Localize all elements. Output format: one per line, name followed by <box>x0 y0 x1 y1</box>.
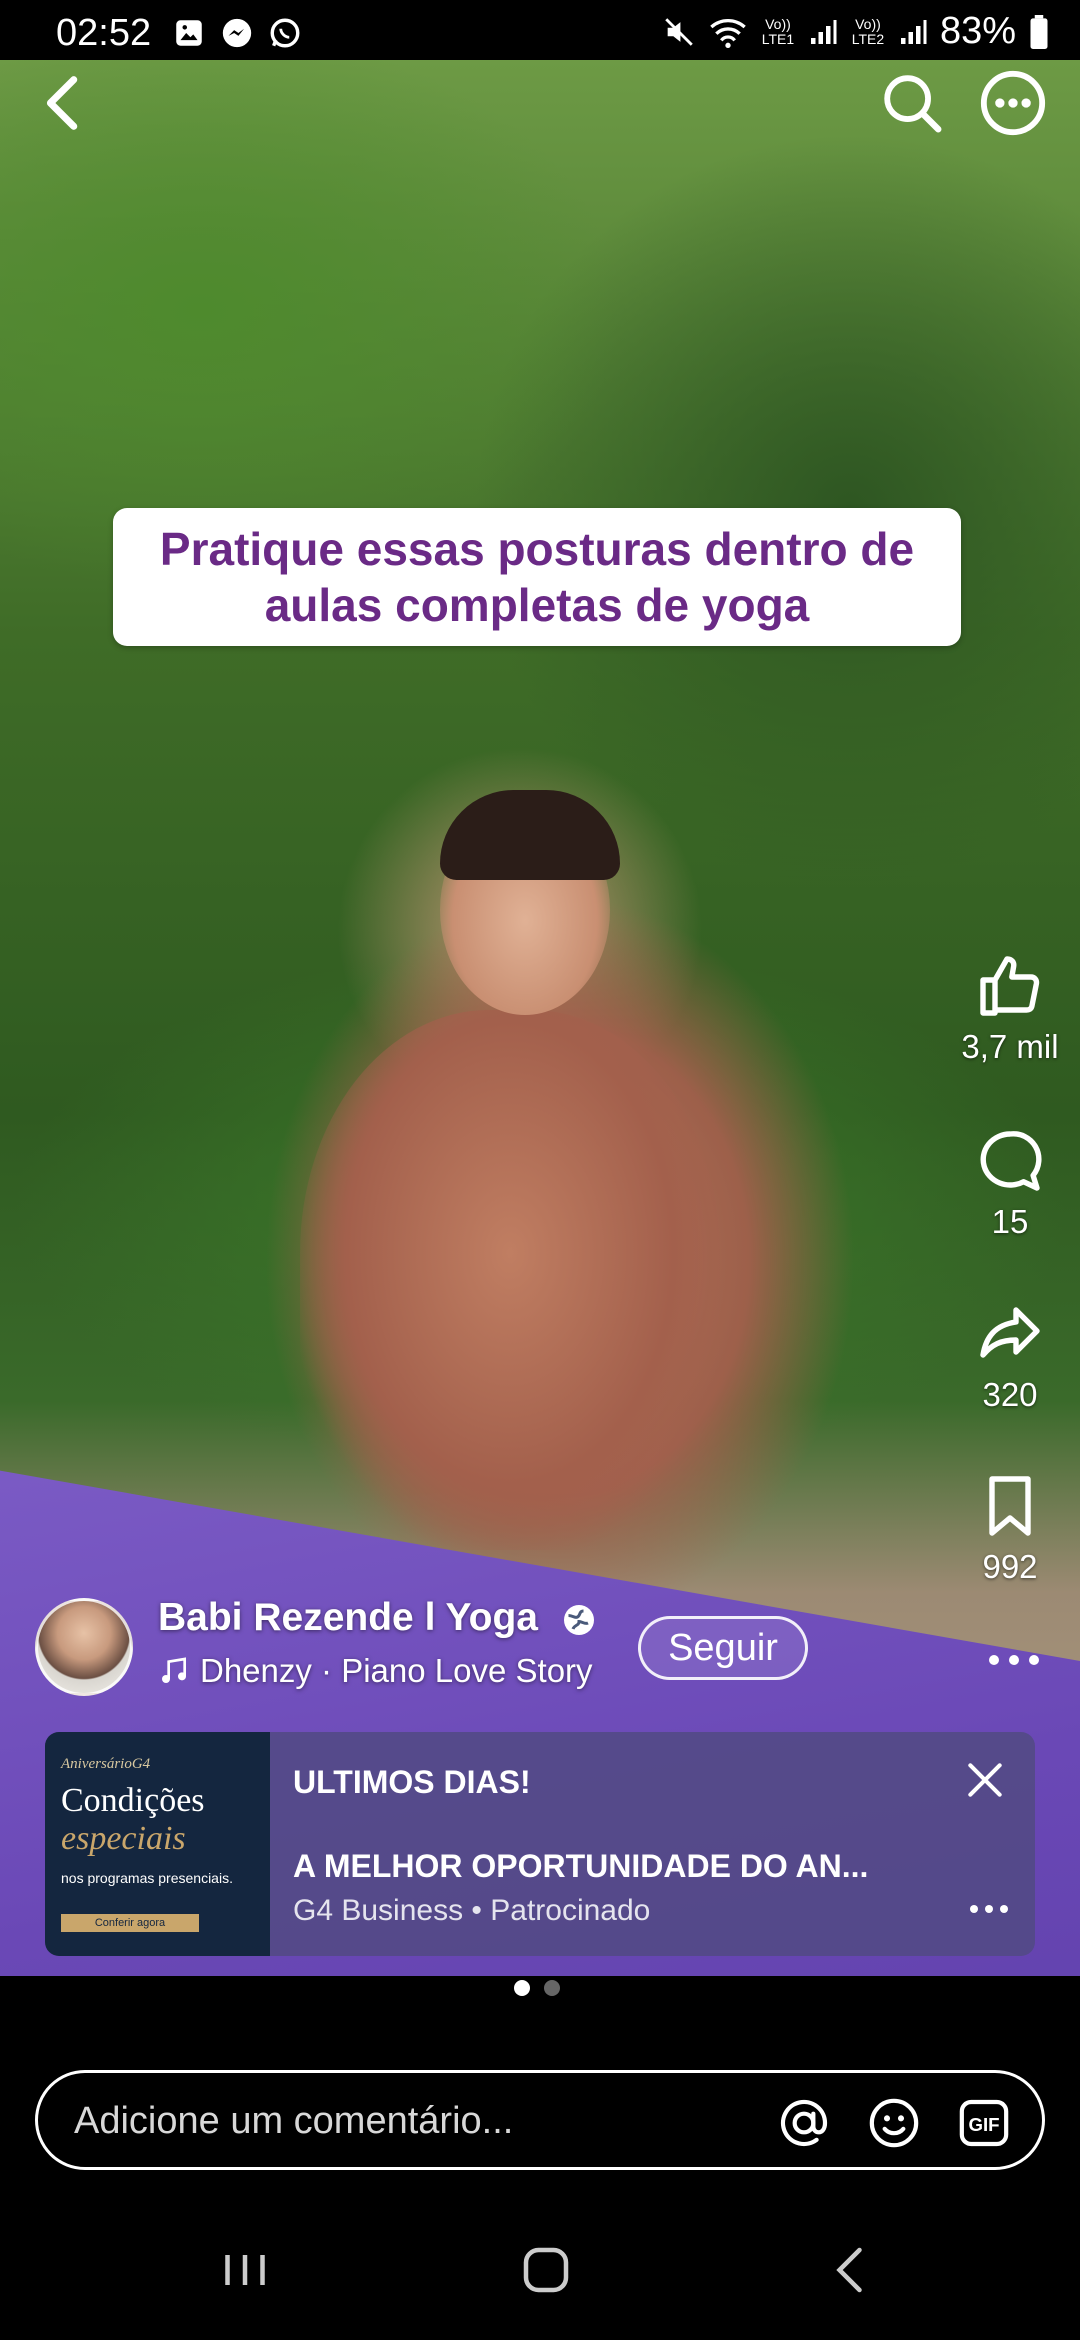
ad-image-cta: Conferir agora <box>61 1914 199 1932</box>
audio-track[interactable]: Dhenzy · Piano Love Story <box>158 1652 593 1690</box>
pager-dots <box>514 1980 560 1996</box>
close-icon[interactable] <box>963 1758 1007 1802</box>
instructor-hair <box>440 790 620 880</box>
mute-icon <box>665 17 693 46</box>
ad-meta: G4 Business • Patrocinado <box>293 1894 651 1927</box>
share-arrow-icon[interactable] <box>974 1298 1046 1370</box>
system-nav-bar <box>0 2200 1080 2340</box>
emoji-icon[interactable] <box>866 2095 922 2151</box>
pager-dot <box>514 1980 530 1996</box>
comment-count: 15 <box>991 1203 1029 1240</box>
music-note-icon <box>162 1657 186 1683</box>
author-avatar[interactable] <box>35 1598 133 1696</box>
recent-apps-icon[interactable] <box>215 2240 275 2300</box>
video-caption-overlay: Pratique essas posturas dentro de aulas … <box>113 508 961 646</box>
wifi-icon <box>710 18 746 48</box>
home-icon[interactable] <box>516 2240 576 2300</box>
signal-icon <box>810 19 837 44</box>
battery-percent: 83% <box>939 10 1016 52</box>
sponsored-ad-card[interactable]: AniversárioG4 Condições especiais nos pr… <box>45 1732 1035 1956</box>
signal-icon <box>900 19 927 44</box>
ad-more-icon[interactable] <box>967 1902 1011 1916</box>
mention-icon[interactable] <box>776 2095 832 2151</box>
sim2-label: Vo)) LTE2 <box>851 15 885 47</box>
author-name[interactable]: Babi Rezende l Yoga <box>158 1596 538 1640</box>
save-action[interactable]: 992 <box>940 1470 1080 1586</box>
ad-image[interactable]: AniversárioG4 Condições especiais nos pr… <box>45 1732 270 1956</box>
yoga-instructor <box>300 1010 720 1550</box>
thumbs-up-icon[interactable] <box>974 950 1046 1022</box>
comment-input[interactable] <box>72 2073 776 2169</box>
svg-text:GIF: GIF <box>968 2114 999 2135</box>
post-more-icon[interactable] <box>984 1650 1044 1670</box>
like-action[interactable]: 3,7 mil <box>940 950 1080 1066</box>
comment-bar: GIF <box>35 2070 1045 2170</box>
nav-back-icon[interactable] <box>822 2240 882 2300</box>
gallery-icon <box>176 20 202 46</box>
caption-text: Pratique essas posturas dentro de aulas … <box>159 523 915 631</box>
globe-icon <box>564 1605 594 1635</box>
follow-button[interactable]: Seguir <box>638 1616 808 1680</box>
ad-image-subtitle: nos programas presenciais. <box>61 1870 233 1886</box>
share-count: 320 <box>982 1376 1038 1413</box>
gif-icon[interactable]: GIF <box>956 2095 1012 2151</box>
more-options-icon[interactable] <box>978 68 1048 138</box>
status-time: 02:52 <box>56 12 152 54</box>
ad-image-tag: AniversárioG4 <box>61 1756 151 1772</box>
audio-track-label: Dhenzy · Piano Love Story <box>200 1652 593 1689</box>
save-count: 992 <box>982 1548 1038 1585</box>
pager-dot <box>544 1980 560 1996</box>
like-count: 3,7 mil <box>961 1028 1059 1065</box>
back-arrow-icon[interactable] <box>30 68 100 138</box>
ad-title: ULTIMOS DIAS! <box>293 1764 531 1800</box>
share-action[interactable]: 320 <box>940 1298 1080 1414</box>
search-icon[interactable] <box>877 68 947 138</box>
bookmark-icon[interactable] <box>974 1470 1046 1542</box>
notification-icons <box>172 16 302 50</box>
comment-bubble-icon[interactable] <box>974 1125 1046 1197</box>
messenger-icon <box>222 18 252 48</box>
ad-image-line2: especiais <box>61 1820 186 1857</box>
battery-icon <box>1030 14 1048 49</box>
ad-image-line1: Condições <box>61 1782 205 1819</box>
whatsapp-icon <box>270 18 300 48</box>
ad-headline: A MELHOR OPORTUNIDADE DO AN... <box>293 1848 869 1884</box>
comment-action[interactable]: 15 <box>940 1125 1080 1241</box>
status-bar: 02:52 Vo)) LTE1 Vo)) LTE2 83% <box>0 0 1080 60</box>
sim1-label: Vo)) LTE1 <box>761 15 795 47</box>
system-indicators: Vo)) LTE1 Vo)) LTE2 83% <box>662 10 1050 53</box>
